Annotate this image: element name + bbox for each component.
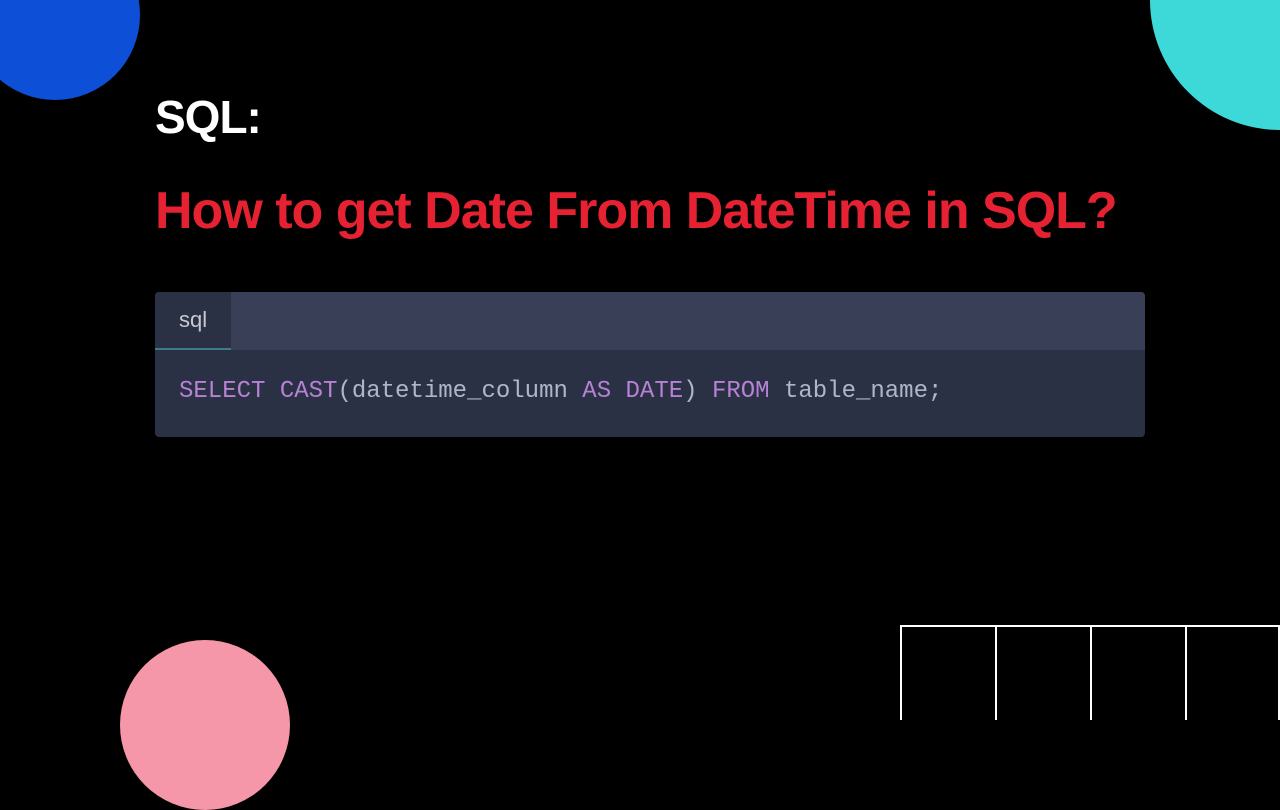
code-block: sql SELECT CAST(datetime_column AS DATE)… bbox=[155, 292, 1145, 437]
decoration-blue-circle bbox=[0, 0, 140, 100]
function-cast: CAST bbox=[280, 378, 338, 405]
keyword-as: AS bbox=[582, 378, 611, 405]
decoration-grid bbox=[900, 625, 1280, 720]
grid-cell bbox=[900, 625, 995, 720]
identifier-table: table_name bbox=[784, 378, 928, 405]
semicolon: ; bbox=[928, 378, 942, 405]
keyword-from: FROM bbox=[712, 378, 770, 405]
decoration-pink-circle bbox=[120, 640, 290, 810]
open-paren: ( bbox=[337, 378, 351, 405]
code-tab-bar: sql bbox=[155, 292, 1145, 350]
code-tab-sql[interactable]: sql bbox=[155, 292, 231, 350]
grid-cell bbox=[995, 625, 1090, 720]
title-main: How to get Date From DateTime in SQL? bbox=[155, 172, 1150, 250]
decoration-cyan-quarter bbox=[1150, 0, 1280, 130]
keyword-date: DATE bbox=[626, 378, 684, 405]
keyword-select: SELECT bbox=[179, 378, 265, 405]
grid-cell bbox=[1090, 625, 1185, 720]
close-paren: ) bbox=[683, 378, 697, 405]
grid-cell bbox=[1185, 625, 1280, 720]
identifier-column: datetime_column bbox=[352, 378, 568, 405]
code-body: SELECT CAST(datetime_column AS DATE) FRO… bbox=[155, 350, 1145, 437]
main-content: SQL: How to get Date From DateTime in SQ… bbox=[155, 90, 1150, 437]
title-prefix: SQL: bbox=[155, 90, 1150, 144]
